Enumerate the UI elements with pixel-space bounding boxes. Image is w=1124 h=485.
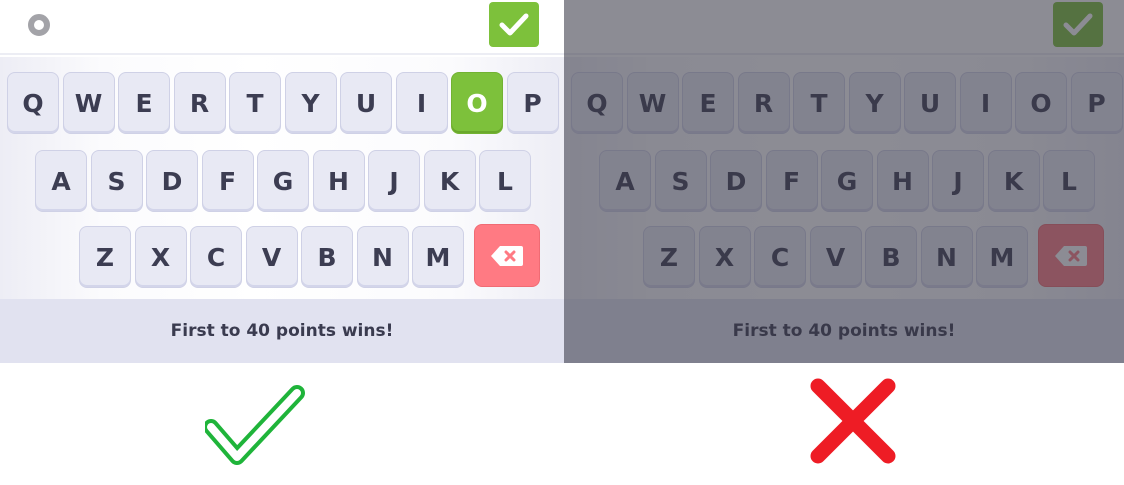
settings-circle-icon[interactable] (28, 14, 50, 36)
key-w[interactable]: W (626, 72, 679, 134)
key-b[interactable]: B (301, 226, 353, 288)
key-v[interactable]: V (809, 226, 862, 288)
key-k[interactable]: K (423, 150, 476, 212)
green-checkmark-icon (205, 385, 305, 465)
top-bar (564, 0, 1124, 55)
key-o[interactable]: O (451, 72, 503, 134)
footer-message: First to 40 points wins! (170, 321, 394, 341)
red-x-icon (810, 378, 896, 464)
backspace-icon (1055, 245, 1087, 266)
key-u[interactable]: U (340, 72, 392, 134)
key-q[interactable]: Q (7, 72, 59, 134)
key-c[interactable]: C (754, 226, 806, 288)
key-i[interactable]: I (959, 72, 1012, 134)
key-n[interactable]: N (356, 226, 409, 288)
key-l[interactable]: L (1043, 150, 1095, 212)
key-f[interactable]: F (201, 150, 254, 212)
top-bar (0, 0, 564, 55)
key-w[interactable]: W (62, 72, 115, 134)
key-g[interactable]: G (257, 150, 309, 212)
key-n[interactable]: N (920, 226, 973, 288)
key-i[interactable]: I (395, 72, 448, 134)
key-e[interactable]: E (118, 72, 170, 134)
key-z[interactable]: Z (643, 226, 695, 288)
key-m[interactable]: M (976, 226, 1028, 288)
keyboard-panel-incorrect: QWERTYUIOP ASDFGHJKL ZXCVBNM First to 40 p… (564, 0, 1124, 363)
key-v[interactable]: V (245, 226, 298, 288)
key-x[interactable]: X (698, 226, 751, 288)
backspace-icon (491, 245, 523, 266)
key-l[interactable]: L (479, 150, 531, 212)
footer-bar: First to 40 points wins! (564, 299, 1124, 363)
key-o[interactable]: O (1015, 72, 1067, 134)
key-s[interactable]: S (90, 150, 143, 212)
key-s[interactable]: S (654, 150, 707, 212)
key-r[interactable]: R (737, 72, 790, 134)
key-r[interactable]: R (173, 72, 226, 134)
key-y[interactable]: Y (848, 72, 901, 134)
key-b[interactable]: B (865, 226, 917, 288)
key-c[interactable]: C (190, 226, 242, 288)
confirm-button[interactable] (1053, 2, 1103, 47)
letter-keyboard: QWERTYUIOP ASDFGHJKL ZXCVBNM (564, 57, 1124, 299)
key-j[interactable]: J (932, 150, 984, 212)
key-m[interactable]: M (412, 226, 464, 288)
key-d[interactable]: D (146, 150, 198, 212)
keyboard-panel-correct: QWERTYUIOP ASDFGHJKL ZXCVBNM First to 40 p… (0, 0, 564, 363)
key-u[interactable]: U (904, 72, 956, 134)
key-a[interactable]: A (599, 150, 651, 212)
key-y[interactable]: Y (284, 72, 337, 134)
footer-bar: First to 40 points wins! (0, 299, 564, 363)
key-q[interactable]: Q (571, 72, 623, 134)
key-e[interactable]: E (682, 72, 734, 134)
key-h[interactable]: H (876, 150, 929, 212)
key-d[interactable]: D (710, 150, 762, 212)
key-x[interactable]: X (134, 226, 187, 288)
delete-key[interactable] (1038, 224, 1104, 287)
key-t[interactable]: T (793, 72, 845, 134)
footer-message: First to 40 points wins! (732, 321, 956, 341)
checkmark-icon (1063, 13, 1093, 35)
key-f[interactable]: F (765, 150, 818, 212)
confirm-button[interactable] (489, 2, 539, 47)
key-g[interactable]: G (821, 150, 873, 212)
key-h[interactable]: H (312, 150, 365, 212)
key-t[interactable]: T (229, 72, 281, 134)
key-z[interactable]: Z (79, 226, 131, 288)
key-p[interactable]: P (1070, 72, 1123, 134)
key-k[interactable]: K (987, 150, 1040, 212)
delete-key[interactable] (474, 224, 540, 287)
key-j[interactable]: J (368, 150, 420, 212)
letter-keyboard: QWERTYUIOP ASDFGHJKL ZXCVBNM (0, 57, 564, 299)
key-p[interactable]: P (506, 72, 559, 134)
checkmark-icon (499, 13, 529, 35)
key-a[interactable]: A (35, 150, 87, 212)
